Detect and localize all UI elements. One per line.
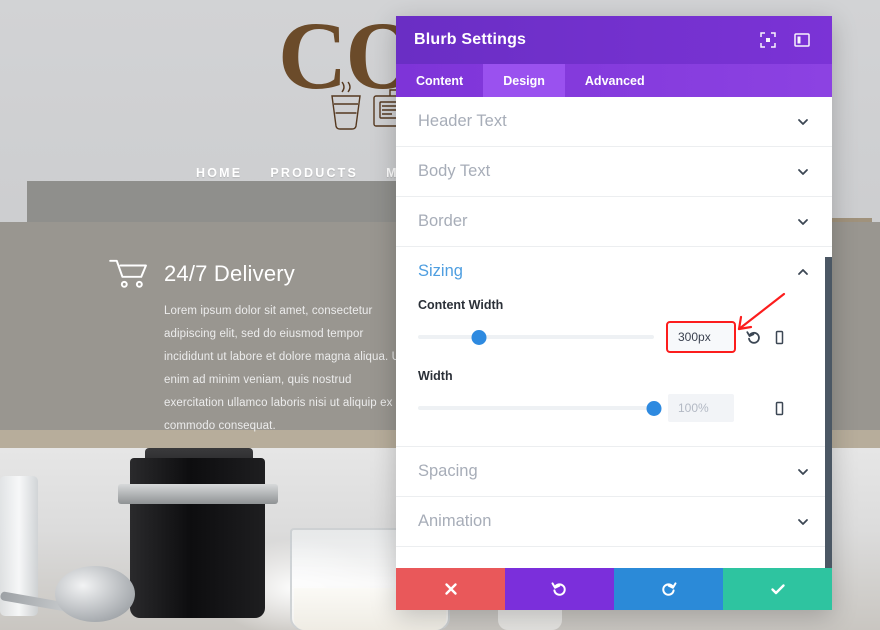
chevron-down-icon	[798, 468, 808, 475]
width-label: Width	[418, 369, 453, 383]
panel-scrollbar[interactable]	[825, 257, 832, 568]
redo-button[interactable]	[614, 568, 723, 610]
nav-item-home[interactable]: HOME	[196, 166, 242, 180]
slider-track	[418, 335, 654, 339]
chevron-down-icon	[798, 218, 808, 225]
section-title: Spacing	[418, 462, 478, 480]
section-header-text[interactable]: Header Text	[396, 97, 832, 147]
mobile-icon[interactable]	[766, 323, 792, 351]
section-sizing-toggle[interactable]: Sizing	[418, 247, 810, 296]
cancel-button[interactable]	[396, 568, 505, 610]
chevron-down-icon	[798, 518, 808, 525]
section-title: Header Text	[418, 112, 507, 130]
undo-icon	[551, 581, 566, 596]
tab-design[interactable]: Design	[483, 64, 565, 97]
width-slider[interactable]	[418, 400, 662, 416]
blurb-body-text: Lorem ipsum dolor sit amet, consectetur …	[164, 305, 409, 432]
field-width: Width 100%	[418, 369, 810, 422]
nav-item-products[interactable]: PRODUCTS	[270, 166, 358, 180]
section-title: Body Text	[418, 162, 491, 180]
blurb-settings-panel[interactable]: Blurb Settings Content Design Advanced H…	[396, 16, 832, 610]
chevron-down-icon	[798, 168, 808, 175]
slider-thumb[interactable]	[646, 400, 662, 416]
section-body-text[interactable]: Body Text	[396, 147, 832, 197]
chevron-down-icon	[798, 118, 808, 125]
width-input[interactable]: 100%	[668, 394, 734, 422]
section-title: Animation	[418, 512, 492, 530]
save-button[interactable]	[723, 568, 832, 610]
site-nav[interactable]: HOME PRODUCTS MEN	[196, 166, 420, 180]
content-width-slider[interactable]	[418, 329, 654, 345]
section-border-toggle[interactable]: Border	[418, 197, 810, 246]
tab-advanced[interactable]: Advanced	[565, 64, 665, 97]
content-width-label: Content Width	[418, 298, 504, 312]
section-animation-toggle[interactable]: Animation	[418, 497, 810, 546]
section-spacing[interactable]: Spacing	[396, 447, 832, 497]
check-icon	[770, 584, 785, 595]
blurb-module[interactable]: 24/7 Delivery Lorem ipsum dolor sit amet…	[108, 258, 409, 438]
reset-icon[interactable]	[740, 323, 766, 351]
panel-footer[interactable]	[396, 568, 832, 610]
sizing-fields: Content Width 300px Width 100%	[418, 296, 810, 446]
panel-tabs[interactable]: Content Design Advanced	[396, 64, 832, 97]
section-animation[interactable]: Animation	[396, 497, 832, 547]
section-header-text-toggle[interactable]: Header Text	[418, 97, 810, 146]
redo-icon	[662, 581, 677, 596]
blurb-header: 24/7 Delivery	[108, 258, 408, 290]
panel-layout-icon[interactable]	[790, 28, 814, 52]
section-title: Sizing	[418, 262, 463, 280]
content-width-input[interactable]: 300px	[666, 321, 736, 353]
section-sizing[interactable]: Sizing Content Width 300px Width 100%	[396, 247, 832, 447]
section-border[interactable]: Border	[396, 197, 832, 247]
width-spacer	[740, 394, 766, 422]
panel-title: Blurb Settings	[414, 31, 527, 48]
section-body-text-toggle[interactable]: Body Text	[418, 147, 810, 196]
panel-titlebar: Blurb Settings	[396, 16, 832, 64]
x-icon	[444, 583, 457, 595]
chevron-up-icon	[798, 268, 808, 275]
section-title: Border	[418, 212, 468, 230]
fullscreen-icon[interactable]	[756, 28, 780, 52]
screenshot-root: CO HOME PRODUCTS MEN	[0, 0, 880, 630]
shopping-cart-icon	[109, 259, 147, 288]
section-spacing-toggle[interactable]: Spacing	[418, 447, 810, 496]
tab-content[interactable]: Content	[396, 64, 483, 97]
field-content-width: Content Width 300px	[418, 298, 810, 353]
slider-track	[418, 406, 654, 410]
blurb-title: 24/7 Delivery	[164, 261, 295, 286]
mobile-icon[interactable]	[766, 394, 792, 422]
panel-body: Header Text Body Text Border Sizing Cont…	[396, 97, 832, 568]
undo-button[interactable]	[505, 568, 614, 610]
slider-thumb[interactable]	[471, 329, 487, 345]
